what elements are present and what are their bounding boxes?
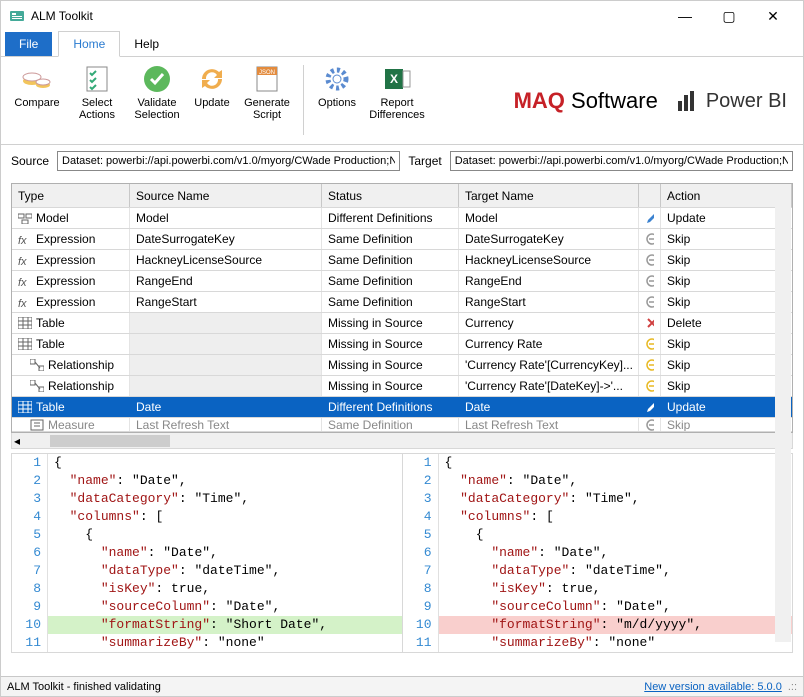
table-row[interactable]: RelationshipMissing in Source 'Currency … [12, 376, 792, 397]
svg-text:JSON: JSON [259, 70, 275, 76]
update-label: Update [194, 97, 229, 109]
ribbon-separator [303, 65, 304, 135]
table-row[interactable]: MeasureLast Refresh TextSame DefinitionL… [12, 418, 792, 432]
validate-selection-button[interactable]: Validate Selection [127, 61, 187, 121]
table-row[interactable]: TableMissing in SourceCurrency RateSkip⌄ [12, 334, 792, 355]
minimize-button[interactable]: — [663, 2, 707, 30]
validate-label: Validate Selection [134, 97, 179, 121]
grid-hscroll[interactable]: ◂ [11, 433, 793, 449]
select-actions-label: Select Actions [79, 97, 115, 121]
svg-text:X: X [390, 72, 398, 86]
table-row[interactable]: RelationshipMissing in Source 'Currency … [12, 355, 792, 376]
compare-button[interactable]: Compare [7, 61, 67, 109]
gear-icon [321, 63, 353, 95]
status-text: ALM Toolkit - finished validating [7, 681, 161, 693]
menu-help[interactable]: Help [120, 32, 173, 56]
table-row[interactable]: TableMissing in SourceCurrencyDelete⌄ [12, 313, 792, 334]
col-target-name[interactable]: Target Name [459, 184, 639, 207]
menubar: File Home Help [1, 31, 803, 57]
maximize-button[interactable]: ▢ [707, 2, 751, 30]
menu-file[interactable]: File [5, 32, 52, 56]
app-icon [9, 8, 25, 24]
source-target-bar: Source Target [1, 145, 803, 177]
script-label: Generate Script [244, 97, 290, 121]
update-button[interactable]: Update [187, 61, 237, 109]
close-button[interactable]: ✕ [751, 2, 795, 30]
compare-label: Compare [14, 97, 59, 109]
col-type[interactable]: Type [12, 184, 130, 207]
vertical-scrollbar[interactable] [775, 200, 791, 642]
powerbi-logo[interactable]: Power BI [676, 89, 787, 113]
table-row[interactable]: fxExpressionHackneyLicenseSourceSame Def… [12, 250, 792, 271]
col-status[interactable]: Status [322, 184, 459, 207]
code-diff: 1234567891011 { "name": "Date", "dataCat… [11, 453, 793, 653]
powerbi-icon [676, 89, 700, 113]
target-input[interactable] [450, 151, 793, 171]
validate-icon [141, 63, 173, 95]
options-button[interactable]: Options [310, 61, 364, 109]
menu-home[interactable]: Home [58, 31, 120, 57]
grid-header: Type Source Name Status Target Name Acti… [12, 184, 792, 208]
ribbon: Compare Select Actions Validate Selectio… [1, 57, 803, 145]
col-icon [639, 184, 661, 207]
col-source-name[interactable]: Source Name [130, 184, 322, 207]
table-row[interactable]: fxExpressionRangeStartSame DefinitionRan… [12, 292, 792, 313]
select-actions-button[interactable]: Select Actions [67, 61, 127, 121]
titlebar: ALM Toolkit — ▢ ✕ [1, 1, 803, 31]
maq-logo[interactable]: MAQ Software [514, 88, 658, 114]
statusbar: ALM Toolkit - finished validating New ve… [1, 676, 803, 696]
code-pane-right[interactable]: 1234567891011 { "name": "Date", "dataCat… [403, 453, 794, 653]
partner-logos: MAQ Software Power BI [514, 61, 797, 141]
target-label: Target [408, 154, 441, 168]
version-link[interactable]: New version available: 5.0.0 [644, 681, 782, 693]
checklist-icon [81, 63, 113, 95]
table-row[interactable]: fxExpressionRangeEndSame DefinitionRange… [12, 271, 792, 292]
options-label: Options [318, 97, 356, 109]
table-row[interactable]: ModelModelDifferent DefinitionsModelUpda… [12, 208, 792, 229]
update-icon [196, 63, 228, 95]
source-input[interactable] [57, 151, 400, 171]
excel-icon: X [381, 63, 413, 95]
table-row[interactable]: fxExpressionDateSurrogateKeySame Definit… [12, 229, 792, 250]
script-icon: JSON [251, 63, 283, 95]
table-row[interactable]: TableDateDifferent DefinitionsDateUpdate… [12, 397, 792, 418]
source-label: Source [11, 154, 49, 168]
compare-icon [21, 63, 53, 95]
report-differences-button[interactable]: X Report Differences [364, 61, 430, 121]
report-label: Report Differences [369, 97, 424, 121]
col-action[interactable]: Action [661, 184, 792, 207]
code-pane-left[interactable]: 1234567891011 { "name": "Date", "dataCat… [11, 453, 403, 653]
generate-script-button[interactable]: JSON Generate Script [237, 61, 297, 121]
comparison-grid: Type Source Name Status Target Name Acti… [11, 183, 793, 433]
window-title: ALM Toolkit [31, 9, 663, 23]
